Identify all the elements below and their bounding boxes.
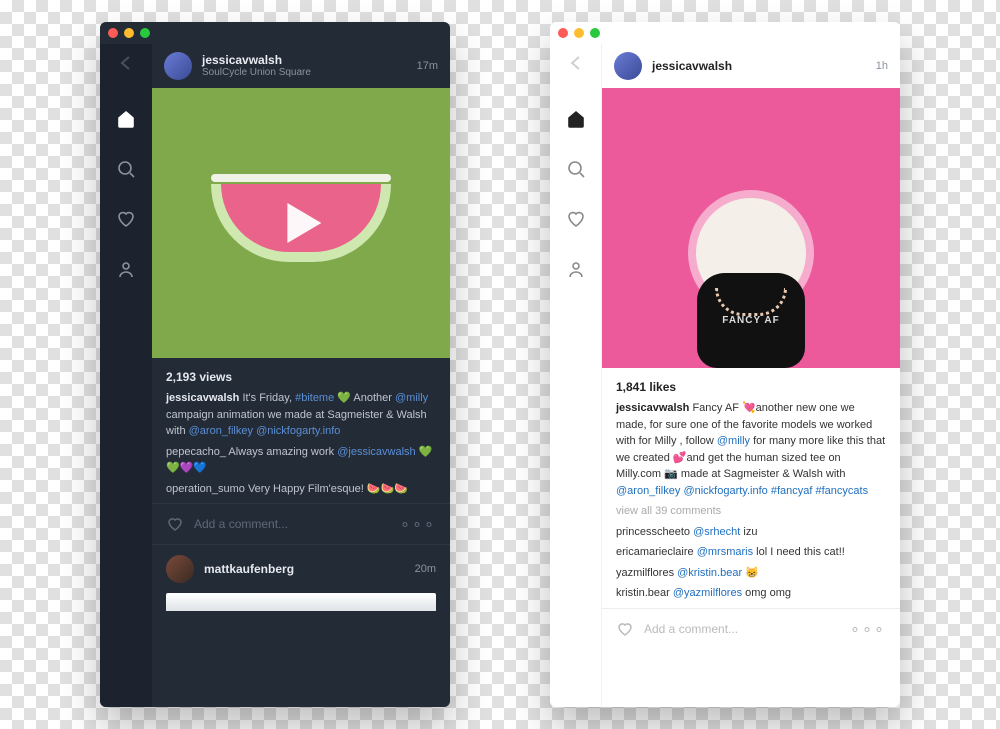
post-username[interactable]: mattkaufenberg	[204, 562, 405, 576]
mention-link[interactable]: @mrsmaris	[697, 546, 753, 558]
app-window-dark: jessicavwalsh SoulCycle Union Square 17m…	[100, 22, 450, 707]
minimize-icon[interactable]	[124, 28, 134, 38]
home-icon[interactable]	[565, 108, 587, 130]
heart-icon[interactable]	[565, 208, 587, 230]
more-icon[interactable]: ∘∘∘	[400, 514, 436, 534]
maximize-icon[interactable]	[140, 28, 150, 38]
app-window-light: jessicavwalsh 1h FANCY AF 1,841 likes je…	[550, 22, 900, 707]
maximize-icon[interactable]	[590, 28, 600, 38]
caption-user[interactable]: jessicavwalsh	[166, 392, 239, 404]
post-header[interactable]: jessicavwalsh 1h	[602, 44, 900, 88]
mention-link[interactable]: @nickfogarty.info	[256, 425, 340, 437]
window-titlebar[interactable]	[100, 22, 450, 44]
add-comment[interactable]: Add a comment... ∘∘∘	[152, 503, 450, 544]
comment-user[interactable]: operation_sumo	[166, 483, 245, 495]
avatar[interactable]	[164, 52, 192, 80]
mention-link[interactable]: @nickfogarty.info	[683, 485, 767, 497]
post-time: 20m	[415, 563, 436, 575]
caption-user[interactable]: jessicavwalsh	[616, 402, 689, 414]
mention-link[interactable]: @jessicavwalsh	[337, 446, 415, 458]
sidebar	[550, 44, 602, 707]
views-count[interactable]: 2,193 views	[166, 368, 436, 386]
sidebar	[100, 44, 152, 707]
mention-link[interactable]: @aron_filkey	[616, 485, 680, 497]
add-comment[interactable]: Add a comment... ∘∘∘	[602, 608, 900, 649]
avatar[interactable]	[166, 555, 194, 583]
heart-outline-icon[interactable]	[166, 515, 184, 533]
comment-user[interactable]: princesscheeto	[616, 526, 690, 538]
next-post-peek	[166, 593, 436, 611]
post-location[interactable]: SoulCycle Union Square	[202, 67, 407, 79]
profile-icon[interactable]	[115, 258, 137, 280]
next-post-header[interactable]: mattkaufenberg 20m	[152, 544, 450, 593]
mention-link[interactable]: @yazmilflores	[673, 587, 742, 599]
heart-icon[interactable]	[115, 208, 137, 230]
hashtag-link[interactable]: #fancycats	[816, 485, 869, 497]
post-caption: jessicavwalsh Fancy AF 💘another new one …	[616, 400, 886, 499]
back-icon[interactable]	[565, 52, 587, 74]
heart-outline-icon[interactable]	[616, 620, 634, 638]
back-icon[interactable]	[115, 52, 137, 74]
mention-link[interactable]: @milly	[395, 392, 428, 404]
comment-user[interactable]: pepecacho_	[166, 446, 226, 458]
post-time: 17m	[417, 60, 438, 72]
post-media-image[interactable]: FANCY AF	[602, 88, 900, 368]
mention-link[interactable]: @srhecht	[693, 526, 740, 538]
post-header[interactable]: jessicavwalsh SoulCycle Union Square 17m	[152, 44, 450, 88]
comment: yazmilflores @kristin.bear 😸	[616, 565, 886, 582]
comment-user[interactable]: kristin.bear	[616, 587, 670, 599]
minimize-icon[interactable]	[574, 28, 584, 38]
cat-graphic: FANCY AF	[681, 198, 821, 368]
comment: kristin.bear @yazmilflores omg omg	[616, 585, 886, 602]
search-icon[interactable]	[115, 158, 137, 180]
mention-link[interactable]: @milly	[717, 435, 750, 447]
mention-link[interactable]: @aron_filkey	[189, 425, 253, 437]
post-time: 1h	[876, 60, 888, 72]
avatar[interactable]	[614, 52, 642, 80]
hashtag-link[interactable]: #fancyaf	[771, 485, 813, 497]
search-icon[interactable]	[565, 158, 587, 180]
comment-placeholder[interactable]: Add a comment...	[644, 622, 840, 636]
post-media-video[interactable]	[152, 88, 450, 358]
comment-user[interactable]: yazmilflores	[616, 567, 674, 579]
comment: pepecacho_ Always amazing work @jessicav…	[166, 444, 436, 477]
home-icon[interactable]	[115, 108, 137, 130]
comment: operation_sumo Very Happy Film'esque! 🍉🍉…	[166, 481, 436, 498]
view-all-comments[interactable]: view all 39 comments	[616, 503, 886, 520]
mention-link[interactable]: @kristin.bear	[677, 567, 742, 579]
post-caption: jessicavwalsh It's Friday, #biteme 💚 Ano…	[166, 390, 436, 440]
feed: jessicavwalsh SoulCycle Union Square 17m…	[152, 44, 450, 707]
comment: ericamarieclaire @mrsmaris lol I need th…	[616, 544, 886, 561]
play-icon[interactable]	[287, 203, 321, 243]
profile-icon[interactable]	[565, 258, 587, 280]
comment-user[interactable]: ericamarieclaire	[616, 546, 694, 558]
close-icon[interactable]	[108, 28, 118, 38]
post-username[interactable]: jessicavwalsh	[202, 53, 407, 67]
more-icon[interactable]: ∘∘∘	[850, 619, 886, 639]
comment: princesscheeto @srhecht izu	[616, 524, 886, 541]
comment-placeholder[interactable]: Add a comment...	[194, 517, 390, 531]
hashtag-link[interactable]: #biteme	[295, 392, 334, 404]
likes-count[interactable]: 1,841 likes	[616, 378, 886, 396]
post-username[interactable]: jessicavwalsh	[652, 59, 866, 73]
window-titlebar[interactable]	[550, 22, 900, 44]
close-icon[interactable]	[558, 28, 568, 38]
feed: jessicavwalsh 1h FANCY AF 1,841 likes je…	[602, 44, 900, 707]
